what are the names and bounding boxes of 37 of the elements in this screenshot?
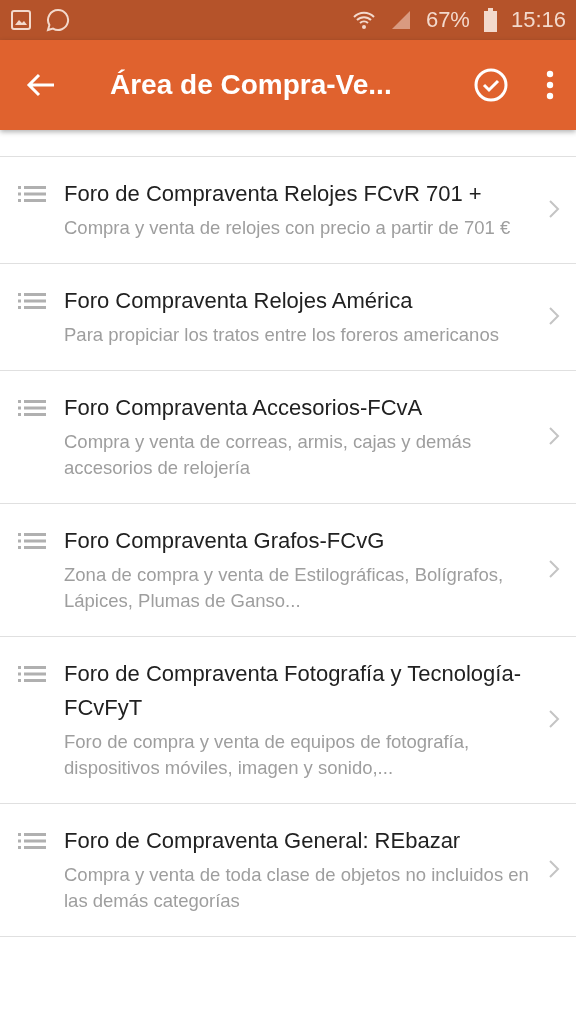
forum-title: Foro Compraventa Grafos-FCvG: [64, 527, 386, 555]
page-title: Área de Compra-Ve...: [110, 69, 393, 101]
forum-description: Compra y venta de relojes con precio a partir de 701 €: [64, 216, 512, 240]
chevron-right-icon: [548, 306, 560, 326]
chevron-right-icon: [548, 859, 560, 879]
forum-title: Foro Compraventa Accesorios-FCvA: [64, 394, 424, 422]
chevron-right-icon: [548, 709, 560, 729]
list-icon: [18, 532, 46, 550]
forum-row[interactable]: Foro de Compraventa General: REbazar Compra y venta de toda clase de objetos no incluidos en las demás categorías: [0, 804, 576, 937]
chevron-right-icon: [548, 559, 560, 579]
list-icon: [18, 832, 46, 850]
clock-time: 15:16: [510, 7, 566, 33]
battery-percent: 67%: [425, 7, 470, 33]
list-icon: [18, 399, 46, 417]
forum-row[interactable]: Foro Compraventa Accesorios-FCvA Compra y venta de correas, armis, cajas y demás accesorios de relojería: [0, 371, 576, 504]
battery-icon: [483, 8, 497, 32]
chevron-right-icon: [548, 199, 560, 219]
list-icon: [18, 185, 46, 203]
forum-row[interactable]: Foro de Compraventa Fotografía y Tecnología-FCvFyT Foro de compra y venta de equipos de fotografía, dispositivos móviles, imagen y sonido,...: [0, 637, 576, 804]
chat-bubble-icon: [46, 8, 70, 32]
forum-description: Compra y venta de toda clase de objetos no incluidos en las demás categorías: [64, 863, 530, 913]
list-icon: [18, 665, 46, 683]
forum-title: Foro de Compraventa Relojes FCvR 701 +: [64, 180, 483, 208]
forum-title: Foro de Compraventa Fotografía y Tecnología-FCvFyT: [64, 660, 522, 722]
forum-title: Foro de Compraventa General: REbazar: [64, 827, 462, 855]
forum-description: Compra y venta de correas, armis, cajas y demás accesorios de relojería: [64, 430, 473, 480]
wifi-icon: [351, 9, 376, 31]
forum-title: Foro Compraventa Relojes América: [64, 287, 414, 315]
forum-row[interactable]: Foro Compraventa Grafos-FCvG Zona de compra y venta de Estilográficas, Bolígrafos, Lápices, Plumas de Ganso...: [0, 504, 576, 637]
forum-description: Zona de compra y venta de Estilográficas, Bolígrafos, Lápices, Plumas de Ganso...: [64, 563, 505, 613]
gallery-icon: [10, 9, 32, 31]
forum-row[interactable]: Foro de Compraventa Relojes FCvR 701 + Compra y venta de relojes con precio a partir de 701 €: [0, 157, 576, 264]
forum-row[interactable]: Foro Compraventa Relojes América Para propiciar los tratos entre los foreros americanos: [0, 264, 576, 371]
chevron-right-icon: [548, 426, 560, 446]
list-icon: [18, 292, 46, 310]
forum-description: Foro de compra y venta de equipos de fotografía, dispositivos móviles, imagen y sonido,...: [64, 730, 471, 780]
forum-description: Para propiciar los tratos entre los foreros americanos: [64, 323, 500, 347]
